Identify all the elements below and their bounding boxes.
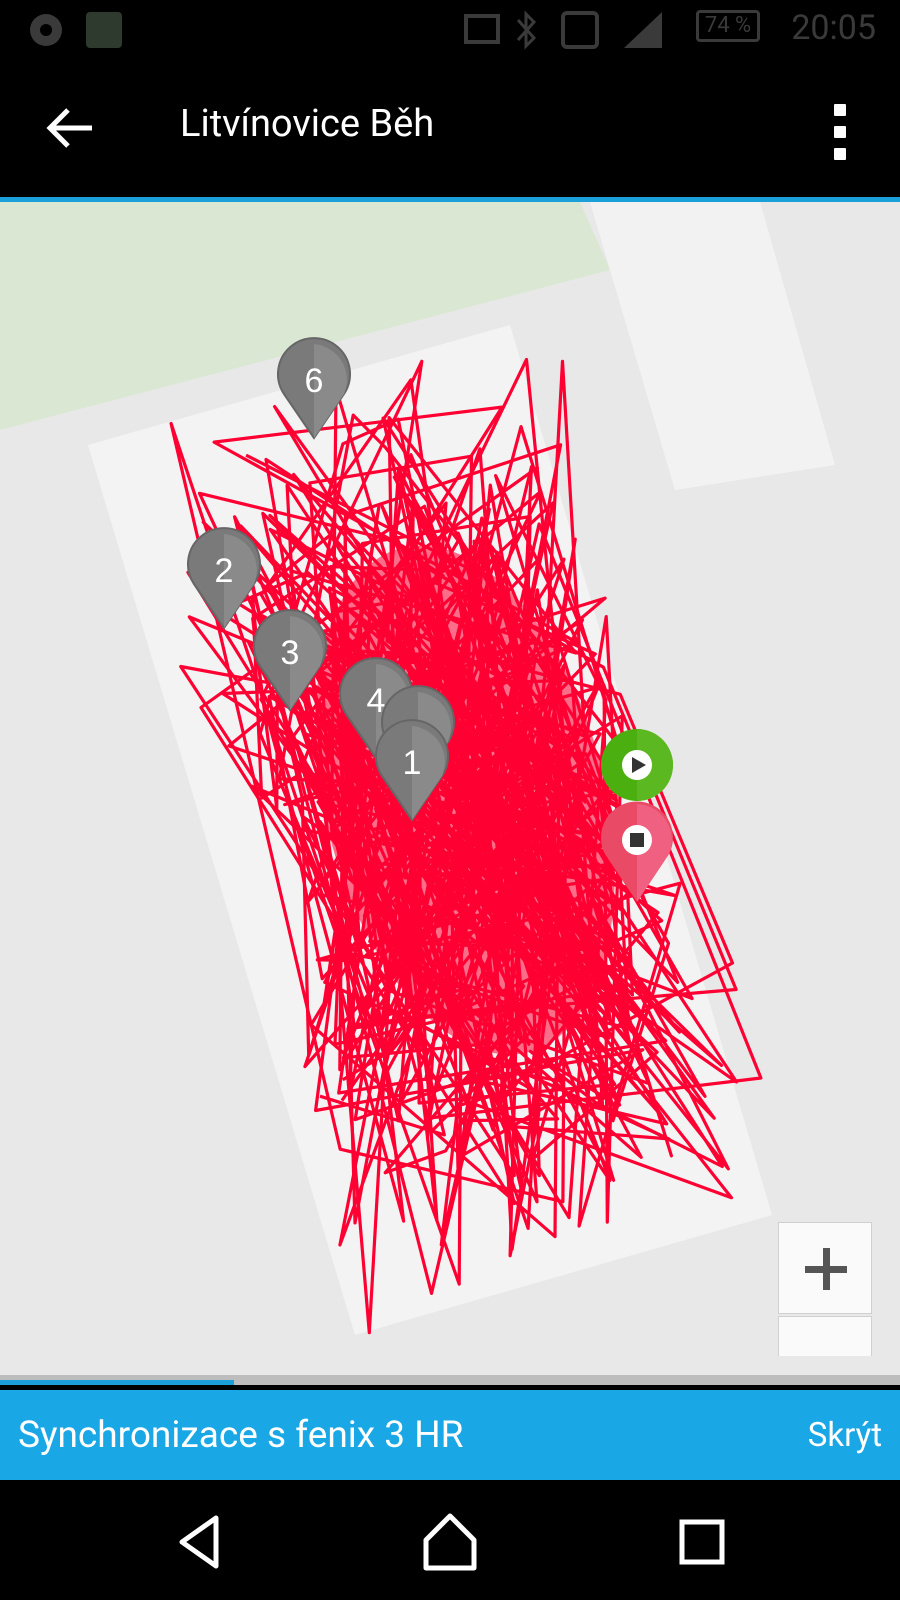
overflow-menu-button[interactable] xyxy=(828,104,852,164)
sync-message: Synchronizace s fenix 3 HR xyxy=(18,1414,464,1457)
hide-sync-button[interactable]: Skrýt xyxy=(808,1416,882,1455)
nav-home-icon[interactable] xyxy=(418,1510,482,1574)
navigation-bar xyxy=(0,1480,900,1600)
zoom-in-button[interactable] xyxy=(778,1222,872,1314)
cast-icon xyxy=(464,14,500,44)
more-vert-icon xyxy=(828,104,852,160)
lap-marker-label: 6 xyxy=(305,362,324,400)
nav-back-icon[interactable] xyxy=(170,1510,234,1574)
lap-marker-label: 2 xyxy=(215,552,234,590)
nfc-icon xyxy=(561,11,599,49)
zoom-out-button[interactable] xyxy=(778,1316,872,1356)
lap-marker-label: 3 xyxy=(281,634,300,672)
map-canvas: 6 2 3 4 - 1 xyxy=(0,202,835,1335)
sync-banner: Synchronizace s fenix 3 HR Skrýt xyxy=(0,1390,900,1480)
back-button[interactable] xyxy=(40,100,104,164)
aperture-icon xyxy=(30,14,62,46)
notification-app-icon xyxy=(86,12,122,48)
building-area-right xyxy=(590,202,835,490)
status-bar: 74 % 20:05 xyxy=(0,0,900,60)
sync-progress-bar xyxy=(0,1380,234,1385)
status-time: 20:05 xyxy=(791,8,876,48)
bluetooth-icon xyxy=(516,10,537,50)
start-marker[interactable] xyxy=(601,729,673,801)
lap-marker-label: 1 xyxy=(403,744,422,782)
app-bar: Litvínovice Běh xyxy=(0,60,900,200)
battery-level: 74 % xyxy=(704,13,752,38)
page-title: Litvínovice Běh xyxy=(180,102,435,146)
lte-signal-icon xyxy=(624,12,662,48)
map-view[interactable]: 6 2 3 4 - 1 xyxy=(0,202,900,1375)
battery-icon: 74 % xyxy=(696,10,760,42)
arrow-left-icon xyxy=(46,108,92,148)
nav-recents-icon[interactable] xyxy=(670,1510,734,1574)
